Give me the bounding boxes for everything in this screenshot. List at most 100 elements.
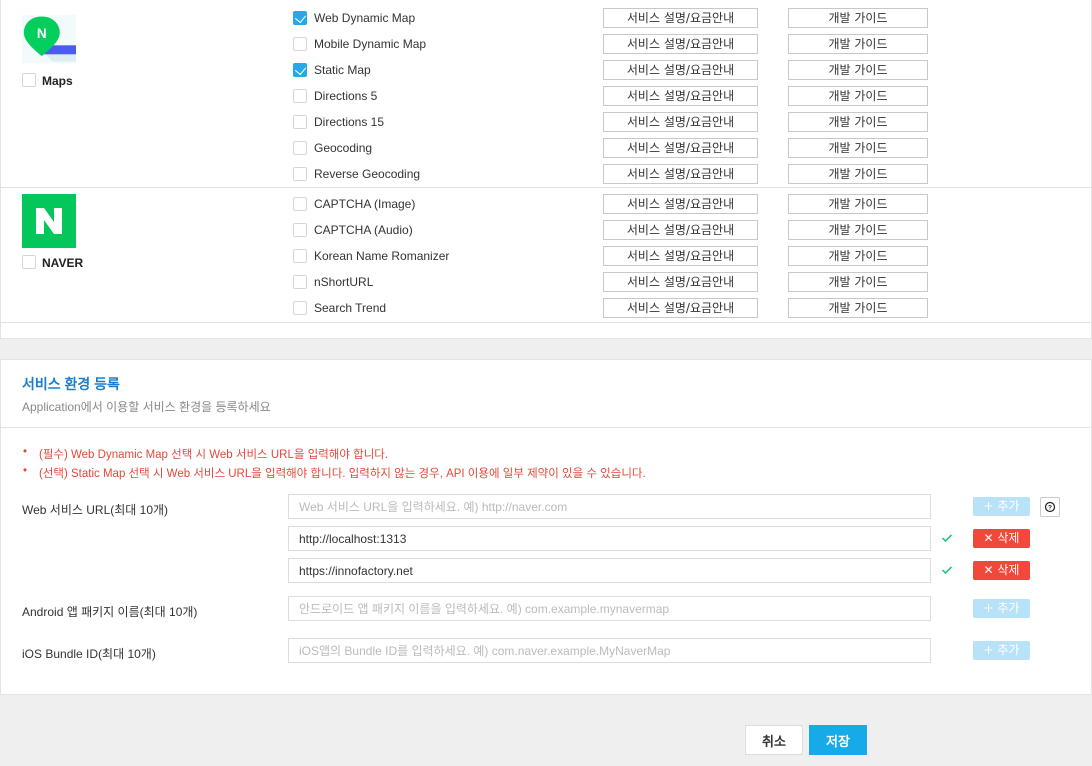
save-button[interactable]: 저장 xyxy=(809,725,867,755)
maps-group-label: Maps xyxy=(42,74,73,88)
developer-guide-button[interactable]: 개발 가이드 xyxy=(788,298,928,318)
service-environment-panel: 서비스 환경 등록 Application에서 이용할 서비스 환경을 등록하세… xyxy=(0,359,1092,695)
service-label: Reverse Geocoding xyxy=(314,167,421,181)
service-checkbox[interactable] xyxy=(293,275,307,289)
developer-guide-button[interactable]: 개발 가이드 xyxy=(788,138,928,158)
notice-text: (선택) Static Map 선택 시 Web 서비스 URL을 입력해야 합… xyxy=(39,468,646,480)
ios-add-button[interactable]: + 추가 xyxy=(973,641,1030,660)
web-url-delete-button-2[interactable]: ✕ 삭제 xyxy=(973,561,1030,580)
service-label: Directions 5 xyxy=(314,89,378,103)
service-label: Mobile Dynamic Map xyxy=(314,37,427,51)
developer-guide-button[interactable]: 개발 가이드 xyxy=(788,86,928,106)
service-checkbox[interactable] xyxy=(293,167,307,181)
help-button[interactable]: ? xyxy=(1040,497,1060,517)
service-row: nShortURL 서비스 설명/요금안내 개발 가이드 xyxy=(293,272,933,292)
ios-bundle-input[interactable] xyxy=(288,638,931,663)
service-checkbox[interactable] xyxy=(293,301,307,315)
web-url-input[interactable] xyxy=(288,494,931,519)
service-row: Geocoding 서비스 설명/요금안내 개발 가이드 xyxy=(293,138,933,158)
developer-guide-button[interactable]: 개발 가이드 xyxy=(788,246,928,266)
service-description-button[interactable]: 서비스 설명/요금안내 xyxy=(603,220,758,240)
section-title: 서비스 환경 등록 xyxy=(22,376,120,392)
section-divider xyxy=(1,427,1091,428)
notice-optional: (선택) Static Map 선택 시 Web 서비스 URL을 입력해야 합… xyxy=(23,465,646,481)
service-row: Directions 15 서비스 설명/요금안내 개발 가이드 xyxy=(293,112,933,132)
developer-guide-button[interactable]: 개발 가이드 xyxy=(788,220,928,240)
naver-group-label: NAVER xyxy=(42,256,84,270)
service-label: Directions 15 xyxy=(314,115,385,129)
developer-guide-button[interactable]: 개발 가이드 xyxy=(788,194,928,214)
developer-guide-button[interactable]: 개발 가이드 xyxy=(788,8,928,28)
naver-maps-logo-icon: N xyxy=(22,14,76,64)
service-description-button[interactable]: 서비스 설명/요금안내 xyxy=(603,272,758,292)
developer-guide-button[interactable]: 개발 가이드 xyxy=(788,272,928,292)
service-checkbox[interactable] xyxy=(293,11,307,25)
svg-text:?: ? xyxy=(1048,504,1052,511)
valid-check-icon xyxy=(941,566,953,575)
service-description-button[interactable]: 서비스 설명/요금안내 xyxy=(603,194,758,214)
cancel-button[interactable]: 취소 xyxy=(745,725,803,755)
naver-brand: NAVER xyxy=(22,194,83,270)
service-label: nShortURL xyxy=(314,275,374,289)
service-label: CAPTCHA (Image) xyxy=(314,197,416,211)
service-label: Web Dynamic Map xyxy=(314,11,416,25)
service-description-button[interactable]: 서비스 설명/요금안내 xyxy=(603,138,758,158)
service-group-naver: NAVER CAPTCHA (Image) 서비스 설명/요금안내 개발 가이드 CA… xyxy=(1,188,1092,323)
x-icon: ✕ xyxy=(983,563,998,577)
service-row: Search Trend 서비스 설명/요금안내 개발 가이드 xyxy=(293,298,933,318)
service-row: CAPTCHA (Image) 서비스 설명/요금안내 개발 가이드 xyxy=(293,194,933,214)
android-package-label: Android 앱 패키지 이름(최대 10개) xyxy=(22,605,198,619)
notice-text: (필수) Web Dynamic Map 선택 시 Web 서비스 URL을 입… xyxy=(39,449,389,461)
maps-group-checkbox[interactable] xyxy=(22,73,36,87)
service-checkbox[interactable] xyxy=(293,63,307,77)
service-description-button[interactable]: 서비스 설명/요금안내 xyxy=(603,8,758,28)
android-add-button[interactable]: + 추가 xyxy=(973,599,1030,618)
add-label: 추가 xyxy=(997,601,1020,615)
ios-bundle-label: iOS Bundle ID(최대 10개) xyxy=(22,647,156,661)
service-description-button[interactable]: 서비스 설명/요금안내 xyxy=(603,34,758,54)
service-checkbox[interactable] xyxy=(293,223,307,237)
delete-label: 삭제 xyxy=(997,563,1020,577)
naver-logo-icon xyxy=(22,194,76,248)
service-description-button[interactable]: 서비스 설명/요금안내 xyxy=(603,164,758,184)
service-description-button[interactable]: 서비스 설명/요금안내 xyxy=(603,60,758,80)
delete-label: 삭제 xyxy=(997,531,1020,545)
service-row: Reverse Geocoding 서비스 설명/요금안내 개발 가이드 xyxy=(293,164,933,184)
developer-guide-button[interactable]: 개발 가이드 xyxy=(788,34,928,54)
section-subtitle: Application에서 이용할 서비스 환경을 등록하세요 xyxy=(22,400,271,414)
service-checkbox[interactable] xyxy=(293,89,307,103)
service-checkbox[interactable] xyxy=(293,115,307,129)
service-label: Korean Name Romanizer xyxy=(314,249,450,263)
developer-guide-button[interactable]: 개발 가이드 xyxy=(788,60,928,80)
plus-icon: + xyxy=(983,601,998,615)
service-group-maps: N Maps Web Dynamic Map 서비스 설명/요금안내 개발 가이드 M… xyxy=(1,0,1092,188)
naver-group-checkbox[interactable] xyxy=(22,255,36,269)
service-description-button[interactable]: 서비스 설명/요금안내 xyxy=(603,298,758,318)
developer-guide-button[interactable]: 개발 가이드 xyxy=(788,112,928,132)
service-description-button[interactable]: 서비스 설명/요금안내 xyxy=(603,112,758,132)
notice-required: (필수) Web Dynamic Map 선택 시 Web 서비스 URL을 입… xyxy=(23,446,389,462)
service-label: Geocoding xyxy=(314,141,373,155)
service-description-button[interactable]: 서비스 설명/요금안내 xyxy=(603,246,758,266)
web-url-entry-1[interactable] xyxy=(288,526,931,551)
valid-check-icon xyxy=(941,534,953,543)
android-package-input[interactable] xyxy=(288,596,931,621)
service-label: Static Map xyxy=(314,63,371,77)
x-icon: ✕ xyxy=(983,531,998,545)
plus-icon: + xyxy=(983,643,998,657)
service-checkbox[interactable] xyxy=(293,141,307,155)
service-row: Directions 5 서비스 설명/요금안내 개발 가이드 xyxy=(293,86,933,106)
developer-guide-button[interactable]: 개발 가이드 xyxy=(788,164,928,184)
service-description-button[interactable]: 서비스 설명/요금안내 xyxy=(603,86,758,106)
web-url-delete-button-1[interactable]: ✕ 삭제 xyxy=(973,529,1030,548)
web-url-add-button[interactable]: + 추가 xyxy=(973,497,1030,516)
api-selection-panel: N Maps Web Dynamic Map 서비스 설명/요금안내 개발 가이드 M… xyxy=(0,0,1092,339)
maps-brand: N Maps xyxy=(22,12,76,88)
service-checkbox[interactable] xyxy=(293,249,307,263)
web-url-entry-2[interactable] xyxy=(288,558,931,583)
service-row: Static Map 서비스 설명/요금안내 개발 가이드 xyxy=(293,60,933,80)
service-checkbox[interactable] xyxy=(293,37,307,51)
web-url-label: Web 서비스 URL(최대 10개) xyxy=(22,503,169,517)
service-checkbox[interactable] xyxy=(293,197,307,211)
add-label: 추가 xyxy=(997,499,1020,513)
